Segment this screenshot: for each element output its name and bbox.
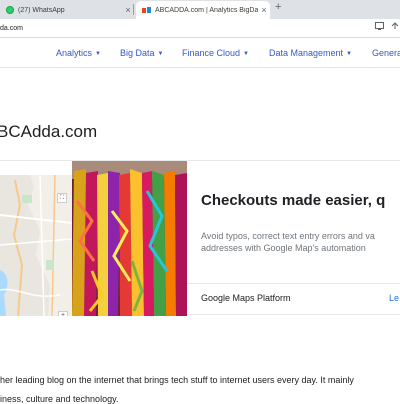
new-tab-button[interactable]: + — [275, 1, 281, 13]
chevron-down-icon: ▼ — [346, 51, 352, 57]
map-fullscreen-icon[interactable]: ⛶ — [57, 193, 67, 203]
chevron-down-icon: ▼ — [95, 51, 101, 57]
tab-whatsapp[interactable]: (27) WhatsApp × — [0, 1, 134, 19]
ad-brand[interactable]: Google Maps Platform — [201, 293, 291, 303]
ad-fabric-photo[interactable] — [72, 161, 187, 316]
nav-item-label: Data Management — [269, 48, 344, 58]
nav-item-label: Big Data — [120, 48, 155, 58]
site-navigation: Analytics ▼ Big Data ▼ Finance Cloud ▼ Data… — [0, 40, 400, 68]
tab-abcadda[interactable]: ABCADDA.com | Analytics BigDa × — [136, 1, 270, 19]
address-bar[interactable]: da.com — [0, 19, 400, 38]
whatsapp-icon — [6, 6, 14, 14]
chevron-down-icon: ▼ — [157, 51, 164, 57]
article-paragraph-line: iness, culture and technology. — [0, 394, 119, 404]
ad-map-image[interactable]: ⛶ + − — [0, 175, 72, 316]
site-logo-text[interactable]: BCAdda.com — [0, 122, 97, 142]
article-paragraph-line: her leading blog on the internet that br… — [0, 375, 354, 385]
nav-item-label: Genera — [372, 48, 400, 58]
nav-item-general[interactable]: Genera — [372, 48, 400, 58]
ad-body-line: Avoid typos, correct text entry errors a… — [201, 231, 375, 241]
ad-body: Avoid typos, correct text entry errors a… — [201, 230, 375, 254]
abcadda-favicon-icon — [142, 6, 151, 14]
tab-title: ABCADDA.com | Analytics BigDa — [155, 6, 258, 14]
tab-title: (27) WhatsApp — [18, 6, 65, 14]
ad-learn-more-link[interactable]: Le — [389, 293, 399, 303]
fabric-image-graphic — [72, 161, 187, 316]
zoom-in-button[interactable]: + — [59, 312, 67, 316]
ad-divider — [188, 283, 400, 284]
nav-item-data-management[interactable]: Data Management ▼ — [269, 48, 352, 58]
url-text[interactable]: da.com — [0, 25, 23, 32]
nav-item-label: Finance Cloud — [182, 48, 241, 58]
address-bar-actions — [374, 22, 400, 32]
share-icon[interactable] — [390, 22, 400, 32]
ad-body-line: addresses with Google Map's automation — [201, 243, 366, 253]
nav-item-label: Analytics — [56, 48, 93, 58]
nav-item-analytics[interactable]: Analytics ▼ — [56, 48, 101, 58]
map-zoom-control[interactable]: + − — [58, 311, 68, 316]
ad-headline[interactable]: Checkouts made easier, q — [201, 192, 385, 209]
nav-item-finance-cloud[interactable]: Finance Cloud ▼ — [182, 48, 249, 58]
tab-separator — [133, 4, 134, 15]
google-maps-ad[interactable]: ⛶ + − Checkouts made easier, q — [0, 160, 400, 316]
nav-item-big-data[interactable]: Big Data ▼ — [120, 48, 163, 58]
browser-tab-strip: (27) WhatsApp × ABCADDA.com | Analytics … — [0, 0, 400, 19]
chevron-down-icon: ▼ — [243, 51, 249, 57]
install-app-icon[interactable] — [374, 22, 384, 32]
close-tab-icon[interactable]: × — [258, 5, 270, 15]
